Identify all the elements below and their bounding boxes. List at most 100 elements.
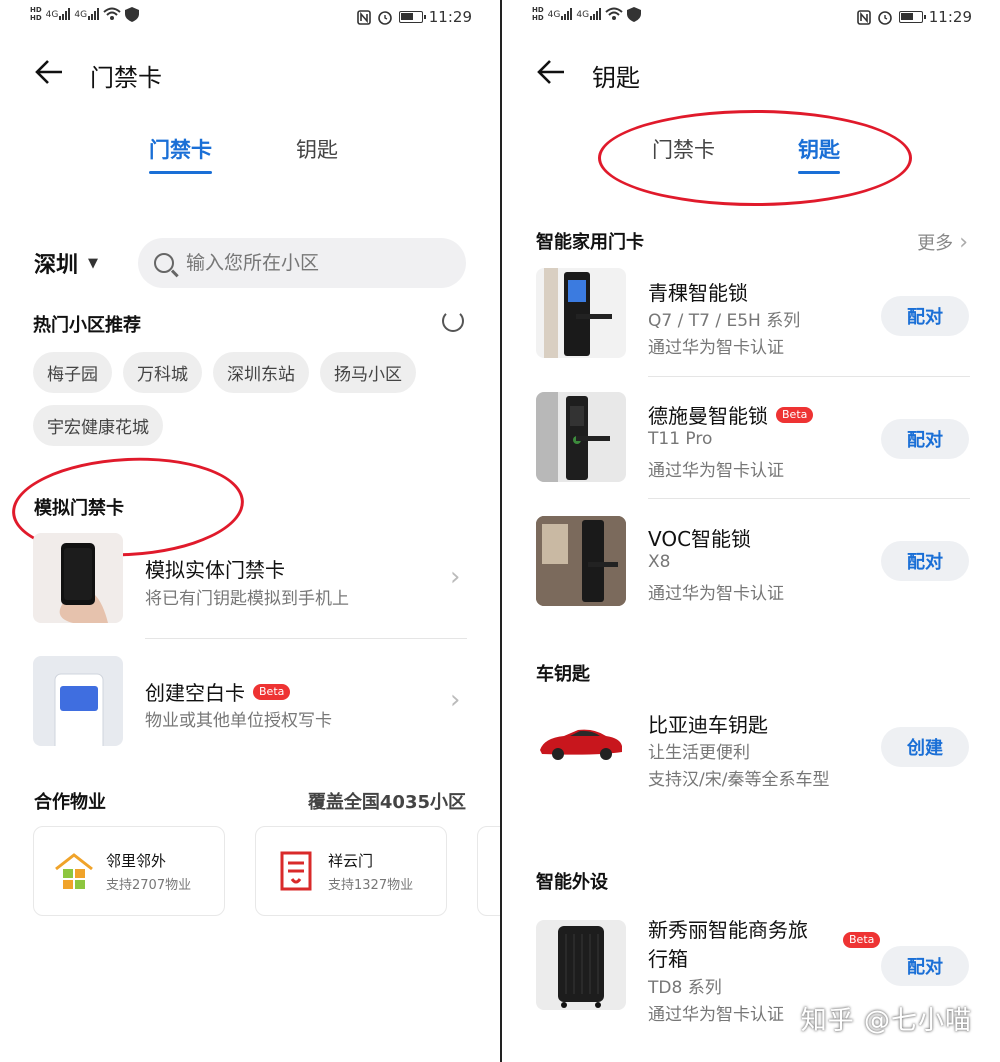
beta-badge: Beta [843, 932, 881, 948]
nfc-icon [856, 9, 871, 25]
divider [648, 498, 970, 499]
door-logo-icon [280, 851, 312, 891]
signal-icon-2: 4G [576, 8, 602, 20]
luggage-image [536, 920, 626, 1010]
clock: 11:29 [928, 8, 972, 26]
status-bar: HD HD 4G 4G 11:29 [502, 0, 1000, 36]
battery-icon [898, 11, 926, 23]
chip-community[interactable]: 扬马小区 [320, 352, 416, 393]
pair-button[interactable]: 配对 [881, 946, 969, 986]
city-selector[interactable]: 深圳 ▼ [34, 247, 98, 279]
item-title: 青稞智能锁 [648, 281, 748, 305]
item-title: 创建空白卡 Beta [145, 677, 291, 706]
pair-button[interactable]: 配对 [881, 419, 969, 459]
shield-icon [125, 6, 140, 22]
wifi-icon [605, 7, 623, 20]
partner-card[interactable]: 邻里邻外 支持2707物业 [33, 826, 225, 916]
tab-bar: 门禁卡 钥匙 [502, 134, 1000, 180]
tab-keys[interactable]: 钥匙 [798, 134, 840, 174]
item-title-text: 创建空白卡 [145, 681, 245, 705]
back-arrow-icon[interactable] [536, 59, 576, 91]
clock: 11:29 [428, 8, 472, 26]
page-title: 钥匙 [592, 63, 640, 92]
city-label: 深圳 [34, 253, 79, 278]
lock-image [536, 268, 626, 358]
hot-communities-title: 热门小区推荐 [33, 315, 141, 336]
refresh-icon[interactable] [442, 310, 464, 332]
chip-community[interactable]: 梅子园 [33, 352, 112, 393]
pair-button[interactable]: 配对 [881, 541, 969, 581]
tab-door-card[interactable]: 门禁卡 [652, 134, 715, 164]
chip-community[interactable]: 万科城 [123, 352, 202, 393]
item-title: 德施曼智能锁 Beta [648, 400, 814, 429]
chevron-right-icon: › [450, 685, 461, 715]
tab-keys[interactable]: 钥匙 [296, 134, 338, 164]
nfc-icon [356, 9, 371, 25]
caret-down-icon: ▼ [88, 255, 99, 271]
item-title: 模拟实体门禁卡 [145, 558, 285, 582]
shield-icon [627, 6, 642, 22]
item-model: TD8 系列 [648, 978, 722, 998]
item-subtitle: 将已有门钥匙模拟到手机上 [145, 589, 349, 609]
item-cert: 通过华为智卡认证 [648, 584, 784, 604]
signal-icon: 4G [548, 8, 573, 20]
item-title-line1: 新秀丽智能商务旅 [648, 918, 808, 942]
tab-bar: 门禁卡 钥匙 [0, 134, 500, 180]
signal-icon: 4G [46, 8, 71, 20]
chip-community[interactable]: 深圳东站 [213, 352, 309, 393]
item-subtitle: 物业或其他单位授权写卡 [145, 711, 332, 731]
search-icon [154, 253, 174, 273]
hot-community-chips: 梅子园 万科城 深圳东站 扬马小区 宇宏健康花城 [33, 352, 473, 446]
watermark: 知乎 @七小喵 [800, 1006, 972, 1036]
divider [648, 376, 970, 377]
chevron-right-icon: › [959, 229, 968, 255]
header: 钥匙 [536, 50, 640, 100]
search-input[interactable] [186, 252, 436, 274]
alarm-icon [877, 11, 892, 25]
search-bar[interactable] [138, 238, 466, 288]
back-arrow-icon[interactable] [34, 59, 74, 91]
alarm-icon [377, 11, 392, 25]
door-card-screen: HDHD 4G 4G 11:29 门禁卡 门禁卡 钥匙 深圳 ▼ 热门小区推荐 … [0, 0, 500, 1062]
item-cert: 通过华为智卡认证 [648, 1005, 784, 1025]
more-link[interactable]: 更多 › [917, 229, 968, 255]
keys-screen: HDHD 4G 4G 11:29 钥匙 门禁卡 钥匙 智能家用门卡 更多 › [502, 0, 1000, 1062]
blank-card-image [33, 656, 123, 746]
item-title-line2: 行箱 [648, 947, 688, 971]
item-model: T11 Pro [648, 429, 713, 449]
pair-button[interactable]: 配对 [881, 296, 969, 336]
partner-card-partial[interactable] [477, 826, 500, 916]
signal-icon-2: 4G [74, 8, 100, 20]
house-logo-icon [55, 853, 93, 889]
chip-community[interactable]: 宇宏健康花城 [33, 405, 163, 446]
item-model: X8 [648, 552, 671, 572]
car-key-title: 车钥匙 [536, 664, 590, 685]
partner-name: 邻里邻外 [106, 852, 167, 870]
peripheral-title: 智能外设 [536, 872, 608, 893]
item-cert: 通过华为智卡认证 [648, 338, 784, 358]
partners-coverage: 覆盖全国4035小区 [307, 792, 466, 813]
chevron-right-icon: › [450, 562, 461, 592]
beta-badge: Beta [776, 406, 814, 423]
partner-name: 祥云门 [328, 852, 374, 870]
partner-count: 支持2707物业 [106, 878, 192, 893]
hd-indicator: HD HD [532, 6, 544, 22]
item-subtitle: 让生活更便利 [648, 743, 750, 763]
item-title: VOC智能锁 [648, 527, 752, 551]
hd-indicator: HD HD [30, 6, 42, 22]
page-title: 门禁卡 [90, 63, 162, 92]
item-cert: 通过华为智卡认证 [648, 461, 784, 481]
create-button[interactable]: 创建 [881, 727, 969, 767]
lock-image [536, 392, 626, 482]
item-title: 比亚迪车钥匙 [648, 713, 768, 737]
beta-badge: Beta [253, 683, 291, 700]
partner-count: 支持1327物业 [328, 878, 414, 893]
partners-title: 合作物业 [34, 792, 106, 813]
tab-door-card[interactable]: 门禁卡 [149, 134, 212, 174]
sim-card-title: 模拟门禁卡 [34, 498, 124, 519]
partner-card[interactable]: 祥云门 支持1327物业 [255, 826, 447, 916]
status-bar: HD HD 4G 4G 11:29 [0, 0, 500, 36]
item-support: 支持汉/宋/秦等全系车型 [648, 770, 830, 790]
divider [145, 638, 467, 639]
battery-icon [398, 11, 426, 23]
